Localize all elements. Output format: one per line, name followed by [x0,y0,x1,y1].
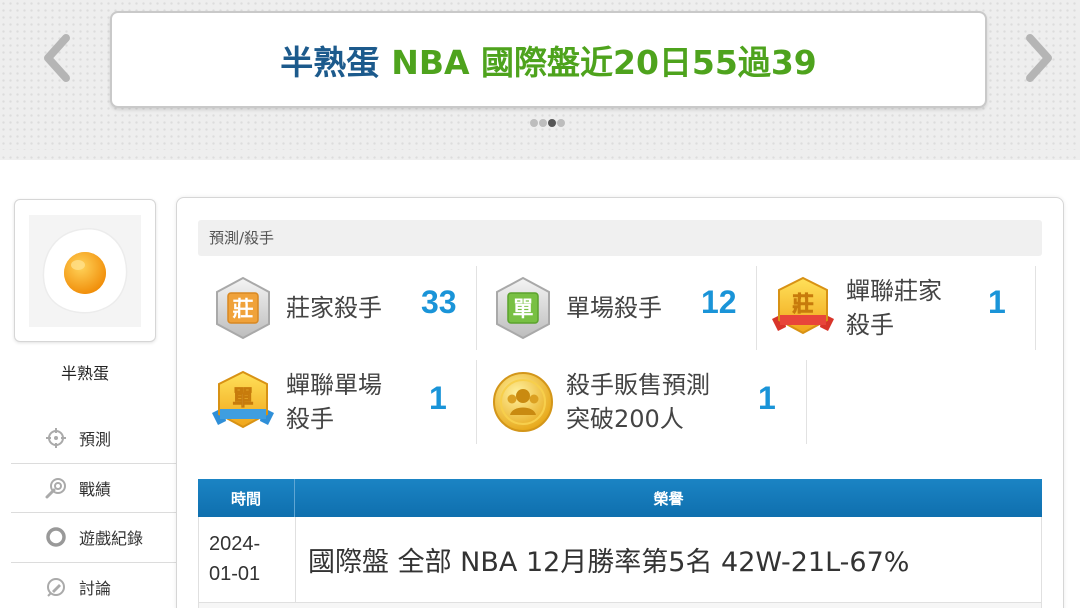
headline-card[interactable]: 半熟蛋 NBA 國際盤近20日55過39 [110,11,987,108]
carousel-dot[interactable] [530,119,538,127]
badge-label-line: 蟬聯莊家 [846,277,942,305]
badge-label-line: 殺手 [286,405,334,433]
badge-count: 12 [701,284,737,320]
chevron-right-icon [1026,34,1052,82]
badge-label-line: 蟬聯單場 [286,371,382,399]
badge-label: 單場殺手 [566,294,662,322]
carousel-dot[interactable] [539,119,547,127]
svg-text:莊: 莊 [793,292,814,316]
column-header-time: 時間 [198,479,295,517]
chevron-left-icon [44,34,70,82]
badge-label: 蟬聯莊家 殺手 [846,274,942,342]
row-date: 2024- 01-01 [199,517,296,602]
headline-user-name: 半熟蛋 [280,42,380,82]
side-menu-label: 遊戲紀錄 [79,529,144,549]
badge-count: 1 [429,380,447,416]
badge-label: 莊家殺手 [286,294,382,322]
fried-egg-icon [42,227,128,313]
dan-silver-badge-icon: 單 [496,276,550,340]
user-name: 半熟蛋 [60,364,109,383]
table-row[interactable]: 2024- 01-01 國際盤 全部 NBA 12月勝率第5名 42W-21L-… [198,517,1042,603]
carousel-dots [530,119,565,127]
svg-text:單: 單 [233,386,254,410]
next-arrow-button[interactable] [1022,30,1058,86]
carousel-dot[interactable] [557,119,565,127]
zhuang-silver-badge-icon: 莊 [216,276,270,340]
svg-text:單: 單 [513,297,534,321]
side-menu: 預測 戰績 遊戲紀錄 討論 [11,414,176,608]
row-honor-text: 國際盤 全部 NBA 12月勝率第5名 42W-21L-67% [308,547,910,578]
chat-pencil-icon [45,576,67,598]
target-hand-icon [45,477,67,499]
carousel-dot-active[interactable] [548,119,556,127]
side-menu-item-predict[interactable]: 預測 [11,414,176,464]
row-date-line: 2024- [209,533,261,555]
side-menu-item-record[interactable]: 戰績 [11,464,176,513]
ring-icon [45,526,67,548]
side-menu-item-game-log[interactable]: 遊戲紀錄 [11,513,176,563]
side-menu-label: 討論 [79,579,112,599]
headline-record-text: NBA 國際盤近20日55過39 [391,42,817,82]
svg-text:莊: 莊 [233,297,254,321]
honor-table: 時間 榮譽 2024- 01-01 國際盤 全部 NBA 12月勝率第5名 42… [198,479,1042,608]
badge-count: 1 [988,284,1006,320]
badge-count: 33 [421,284,457,320]
column-header-honor: 榮譽 [653,489,684,508]
side-menu-item-discuss[interactable]: 討論 [11,563,176,608]
gold-people-medal-icon [493,372,553,432]
prev-arrow-button[interactable] [38,30,74,86]
banner-scalloped-edge [0,150,1080,164]
crosshair-icon [45,427,67,449]
honor-table-header: 時間 榮譽 [198,479,1042,517]
badge-count: 1 [758,380,776,416]
badge-label-line: 突破200人 [566,405,684,433]
zhuang-gold-ribbon-badge-icon: 莊 [772,276,834,335]
row-date-line: 01-01 [209,563,261,585]
avatar-card[interactable] [14,199,156,342]
avatar [29,214,141,327]
badge-label-line: 殺手販售預測 [566,371,710,399]
badge-label-line: 殺手 [846,311,894,339]
dan-gold-ribbon-badge-icon: 單 [212,370,274,429]
badge-label: 殺手販售預測 突破200人 [566,368,710,436]
table-row[interactable] [198,603,1042,608]
section-title: 預測/殺手 [198,220,1042,256]
badge-label: 蟬聯單場 殺手 [286,368,382,436]
side-menu-label: 預測 [79,430,112,450]
side-menu-label: 戰績 [79,479,112,499]
